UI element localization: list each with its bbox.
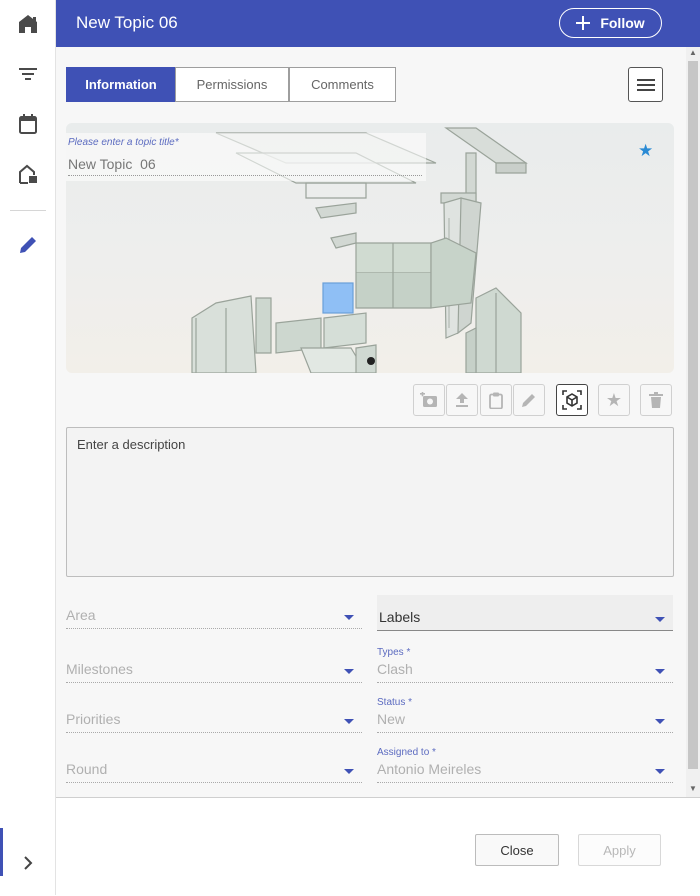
- round-dropdown-arrow-icon: [344, 769, 354, 774]
- paste-button[interactable]: [480, 384, 512, 416]
- view-3d-button[interactable]: [556, 384, 588, 416]
- close-button[interactable]: Close: [475, 834, 559, 866]
- hamburger-menu-icon: [636, 78, 655, 91]
- milestones-select-value: Milestones: [66, 661, 133, 677]
- topic-menu-button[interactable]: [628, 67, 663, 102]
- assigned-to-label: Assigned to *: [377, 747, 436, 758]
- area-select[interactable]: Area: [66, 593, 362, 629]
- star-icon: ★: [605, 389, 623, 410]
- calendar-button[interactable]: [0, 101, 55, 147]
- description-textarea[interactable]: [66, 427, 674, 577]
- building-icon: [18, 164, 37, 184]
- assigned-to-select-value: Antonio Meireles: [377, 761, 482, 777]
- topic-content-panel: Information Permissions Comments Please …: [56, 47, 686, 797]
- rail-separator: [10, 210, 46, 211]
- tab-information[interactable]: Information: [66, 67, 176, 102]
- left-navigation-rail: [0, 0, 56, 895]
- clipboard-icon: [489, 392, 503, 409]
- area-dropdown-arrow-icon: [344, 615, 354, 620]
- home-button[interactable]: [0, 1, 55, 47]
- scrollbar-thumb[interactable]: [688, 61, 698, 769]
- 3d-cube-icon: [562, 390, 582, 410]
- types-select-value: Clash: [377, 661, 413, 677]
- labels-dropdown-arrow-icon: [655, 617, 665, 622]
- topic-title-label: Please enter a topic title*: [68, 137, 179, 148]
- dialog-footer: Close Apply: [56, 797, 700, 896]
- plus-icon: [576, 16, 591, 30]
- labels-select[interactable]: Labels: [377, 595, 673, 631]
- mark-favorite-button[interactable]: ★: [598, 384, 630, 416]
- follow-label: Follow: [600, 15, 645, 31]
- calendar-icon: [18, 114, 37, 134]
- tab-permissions[interactable]: Permissions: [175, 67, 289, 102]
- assigned-to-dropdown-arrow-icon: [655, 769, 665, 774]
- topic-title-input[interactable]: [68, 153, 422, 176]
- priorities-dropdown-arrow-icon: [344, 719, 354, 724]
- add-snapshot-button[interactable]: [413, 384, 445, 416]
- camera-add-icon: [420, 392, 437, 407]
- building-button[interactable]: [0, 151, 55, 197]
- edit-snapshot-button[interactable]: [513, 384, 545, 416]
- topic-title-field: Please enter a topic title*: [66, 133, 426, 181]
- delete-snapshot-button[interactable]: [640, 384, 672, 416]
- tab-permissions-label: Permissions: [196, 77, 268, 92]
- topic-title-heading: New Topic 06: [76, 13, 178, 32]
- expand-rail-button[interactable]: [0, 840, 55, 886]
- status-select[interactable]: Status * New: [377, 697, 673, 733]
- edit-topic-button[interactable]: [0, 222, 55, 268]
- topic-header: New Topic 06 Follow: [56, 0, 700, 47]
- area-select-value: Area: [66, 607, 96, 623]
- assigned-to-select[interactable]: Assigned to * Antonio Meireles: [377, 747, 673, 783]
- apply-button-label: Apply: [603, 842, 636, 858]
- content-scrollbar[interactable]: ▲ ▼: [686, 47, 700, 797]
- round-select[interactable]: Round: [66, 747, 362, 783]
- tab-information-label: Information: [85, 77, 157, 92]
- status-select-value: New: [377, 711, 406, 727]
- types-dropdown-arrow-icon: [655, 669, 665, 674]
- trash-icon: [649, 391, 663, 408]
- upload-icon: [456, 393, 468, 407]
- chevron-right-icon: [23, 856, 32, 870]
- home-icon: [18, 15, 37, 33]
- tab-comments-label: Comments: [311, 77, 374, 92]
- close-button-label: Close: [500, 842, 534, 858]
- status-dropdown-arrow-icon: [655, 719, 665, 724]
- milestones-dropdown-arrow-icon: [344, 669, 354, 674]
- upload-button[interactable]: [446, 384, 478, 416]
- model-snapshot-viewport[interactable]: Please enter a topic title* ★: [66, 123, 674, 373]
- priorities-select[interactable]: Priorities: [66, 697, 362, 733]
- status-label: Status *: [377, 697, 413, 708]
- pencil-icon: [19, 237, 36, 253]
- labels-select-value: Labels: [379, 609, 421, 625]
- filter-icon: [18, 68, 37, 80]
- filter-button[interactable]: [0, 51, 55, 97]
- edit-icon: [522, 394, 535, 407]
- milestones-select[interactable]: Milestones: [66, 647, 362, 683]
- priorities-select-value: Priorities: [66, 711, 121, 727]
- scroll-down-icon[interactable]: ▼: [686, 783, 700, 795]
- favorite-star-icon[interactable]: ★: [638, 141, 653, 161]
- tab-comments[interactable]: Comments: [289, 67, 396, 102]
- follow-button[interactable]: Follow: [559, 8, 662, 38]
- scroll-up-icon[interactable]: ▲: [686, 47, 700, 59]
- types-label: Types *: [377, 647, 411, 658]
- round-select-value: Round: [66, 761, 108, 777]
- apply-button[interactable]: Apply: [578, 834, 661, 866]
- types-select[interactable]: Types * Clash: [377, 647, 673, 683]
